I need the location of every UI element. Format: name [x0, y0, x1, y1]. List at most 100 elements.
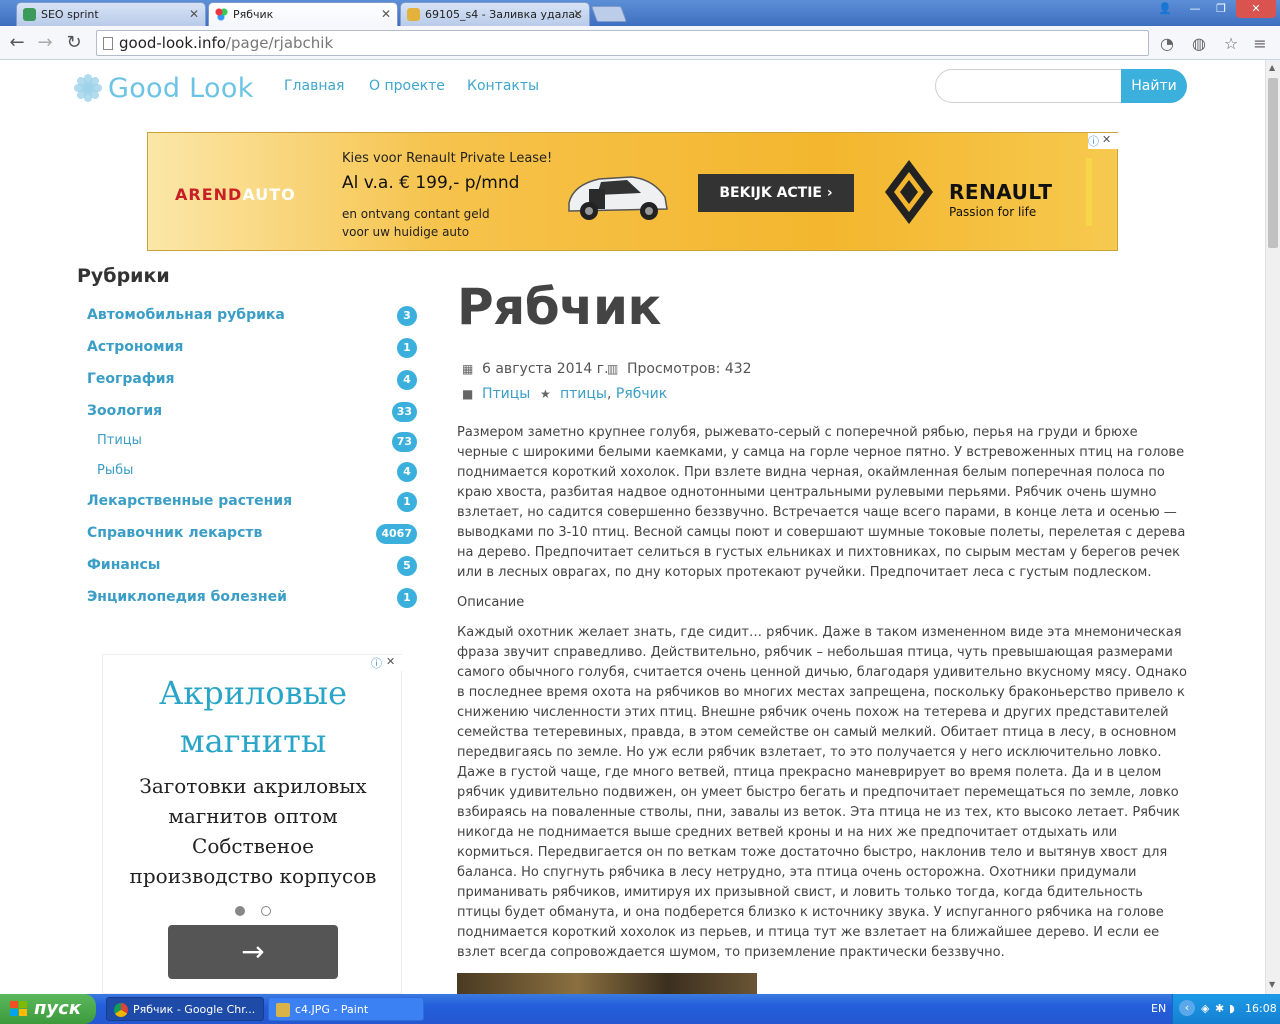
sidebar-item-finance[interactable]: Финансы 5 — [87, 555, 417, 577]
ad-headline-line: магниты — [179, 722, 327, 760]
count-badge: 4 — [397, 462, 417, 482]
scroll-up-icon[interactable]: ▲ — [1269, 63, 1275, 72]
back-icon[interactable]: ← — [6, 32, 28, 54]
globe-icon[interactable]: ◍ — [1189, 34, 1209, 54]
folder-icon: ■ — [462, 387, 474, 401]
tab-rjabchik[interactable]: Рябчик ✕ — [208, 2, 398, 27]
menu-icon[interactable]: ≡ — [1250, 34, 1270, 54]
count-badge: 1 — [397, 338, 417, 358]
scrollbar-thumb[interactable] — [1268, 78, 1278, 248]
article-category: ■ Птицы — [462, 386, 530, 402]
ad-info-icon[interactable]: ⓘ — [1088, 133, 1102, 149]
browser-tabstrip: SEO sprint ✕ Рябчик ✕ 69105_s4 - Заливка… — [0, 0, 1280, 27]
start-label: пуск — [34, 998, 82, 1019]
start-button[interactable]: пуск — [0, 994, 96, 1024]
count-badge: 1 — [397, 492, 417, 512]
car-image-icon — [568, 176, 668, 220]
brand-left: AREND — [175, 185, 243, 204]
ad-description-line: магнитов оптом — [168, 804, 338, 828]
sidebar-title: Рубрики — [77, 265, 170, 287]
article-paragraph: Каждый охотник желает знать, где сидит… … — [457, 625, 1188, 960]
maximize-button[interactable]: ❐ — [1208, 0, 1234, 18]
network-icon[interactable]: ◈ — [1201, 1002, 1209, 1015]
bar-chart-icon: ▥ — [607, 362, 619, 376]
category-label: География — [87, 371, 175, 387]
article-paragraph: Размером заметно крупнее голубя, рыжеват… — [457, 425, 1186, 580]
site-logo[interactable]: Good Look — [74, 72, 254, 104]
new-tab-button[interactable] — [591, 6, 627, 22]
address-bar[interactable]: good-look.info/page/rjabchik — [96, 30, 1149, 56]
close-tab-icon[interactable]: ✕ — [573, 7, 583, 21]
system-tray: ‹ ◈ ✱ ◗ 16:08 — [1172, 994, 1280, 1024]
banner-ad[interactable]: ARENDAUTO Kies voor Renault Private Leas… — [147, 132, 1118, 251]
profile-icon[interactable]: 👤 — [1152, 0, 1178, 18]
reload-icon[interactable]: ↻ — [63, 32, 85, 54]
views-text: Просмотров: 432 — [627, 361, 752, 377]
side-ad[interactable]: ⓘ ✕ Акриловые магниты Заготовки акриловы… — [102, 654, 402, 994]
accent-bar — [1086, 158, 1092, 226]
tray-expand-icon[interactable]: ‹ — [1179, 1000, 1195, 1016]
language-indicator[interactable]: EN — [1151, 1002, 1166, 1015]
site-search: Найти — [935, 69, 1187, 103]
sidebar-item-geography[interactable]: География 4 — [87, 369, 417, 391]
count-badge: 4067 — [376, 524, 417, 544]
ad-headline-line: Акриловые — [158, 674, 348, 712]
tab-seo-sprint[interactable]: SEO sprint ✕ — [16, 2, 206, 26]
sidebar-item-fish[interactable]: Рыбы 4 — [87, 461, 417, 483]
article-photo — [457, 973, 757, 994]
close-window-button[interactable]: ✕ — [1236, 0, 1276, 18]
star-icon: ★ — [540, 387, 551, 401]
category-link[interactable]: Птицы — [482, 386, 530, 402]
task-label: c4.JPG - Paint — [295, 1003, 369, 1016]
sidebar-item-auto[interactable]: Автомобильная рубрика 3 — [87, 305, 417, 327]
nav-home[interactable]: Главная — [284, 78, 344, 94]
sidebar-item-birds[interactable]: Птицы 73 — [87, 431, 417, 453]
count-badge: 4 — [397, 370, 417, 390]
ad-line-3: en ontvang contant geld voor uw huidige … — [342, 207, 490, 239]
scroll-down-icon[interactable]: ▼ — [1269, 980, 1275, 989]
tab-69105[interactable]: 69105_s4 - Заливка удалас ✕ — [400, 2, 590, 26]
tag-link[interactable]: птицы — [560, 386, 607, 402]
carousel-dot[interactable] — [235, 906, 245, 916]
taskbar-item-chrome[interactable]: Рябчик - Google Chr... — [106, 997, 264, 1021]
clock[interactable]: 16:08 — [1245, 1002, 1277, 1015]
page-viewport: Good Look Главная О проекте Контакты Най… — [0, 60, 1265, 994]
search-button[interactable]: Найти — [1121, 69, 1187, 103]
ad-description: Заготовки акриловых магнитов оптом Собст… — [103, 771, 403, 891]
paint-icon — [276, 1003, 290, 1017]
sidebar-item-diseases[interactable]: Энциклопедия болезней 1 — [87, 587, 417, 609]
count-badge: 33 — [391, 402, 417, 422]
ad-cta-button[interactable]: BEKIJK ACTIE › — [698, 174, 854, 212]
carousel-dots — [235, 901, 287, 920]
sidebar-item-herbs[interactable]: Лекарственные растения 1 — [87, 491, 417, 513]
bookmark-star-icon[interactable]: ☆ — [1221, 34, 1241, 54]
tag-link[interactable]: Рябчик — [616, 386, 667, 402]
close-tab-icon[interactable]: ✕ — [381, 7, 391, 21]
category-label: Птицы — [97, 433, 142, 448]
minimize-button[interactable]: — — [1182, 0, 1208, 18]
volume-icon[interactable]: ◗ — [1229, 1002, 1235, 1015]
nav-about[interactable]: О проекте — [369, 78, 445, 94]
sidebar-item-drugs[interactable]: Справочник лекарств 4067 — [87, 523, 417, 545]
count-badge: 3 — [397, 306, 417, 326]
page-scrollbar[interactable]: ▲ ▼ — [1265, 60, 1280, 994]
arend-auto-logo: ARENDAUTO — [175, 185, 296, 204]
extension-icon[interactable]: ◔ — [1157, 34, 1177, 54]
ad-close-icon[interactable]: ✕ — [1102, 133, 1118, 149]
ad-description-line: Собственое — [192, 834, 314, 858]
nav-contacts[interactable]: Контакты — [467, 78, 539, 94]
sidebar-item-astronomy[interactable]: Астрономия 1 — [87, 337, 417, 359]
count-badge: 73 — [391, 432, 417, 452]
sidebar-item-zoology[interactable]: Зоология 33 — [87, 401, 417, 423]
image-favicon-icon — [407, 8, 420, 21]
carousel-dot[interactable] — [261, 906, 271, 916]
taskbar-item-paint[interactable]: c4.JPG - Paint — [268, 997, 424, 1021]
brand-right: AUTO — [242, 185, 296, 204]
ad-arrow-button[interactable]: → — [168, 925, 338, 979]
search-input[interactable] — [935, 69, 1125, 103]
page-icon — [103, 37, 113, 50]
close-tab-icon[interactable]: ✕ — [189, 7, 199, 21]
tab-title: SEO sprint — [41, 8, 99, 21]
forward-icon[interactable]: → — [34, 32, 56, 54]
bluetooth-icon[interactable]: ✱ — [1215, 1002, 1224, 1015]
